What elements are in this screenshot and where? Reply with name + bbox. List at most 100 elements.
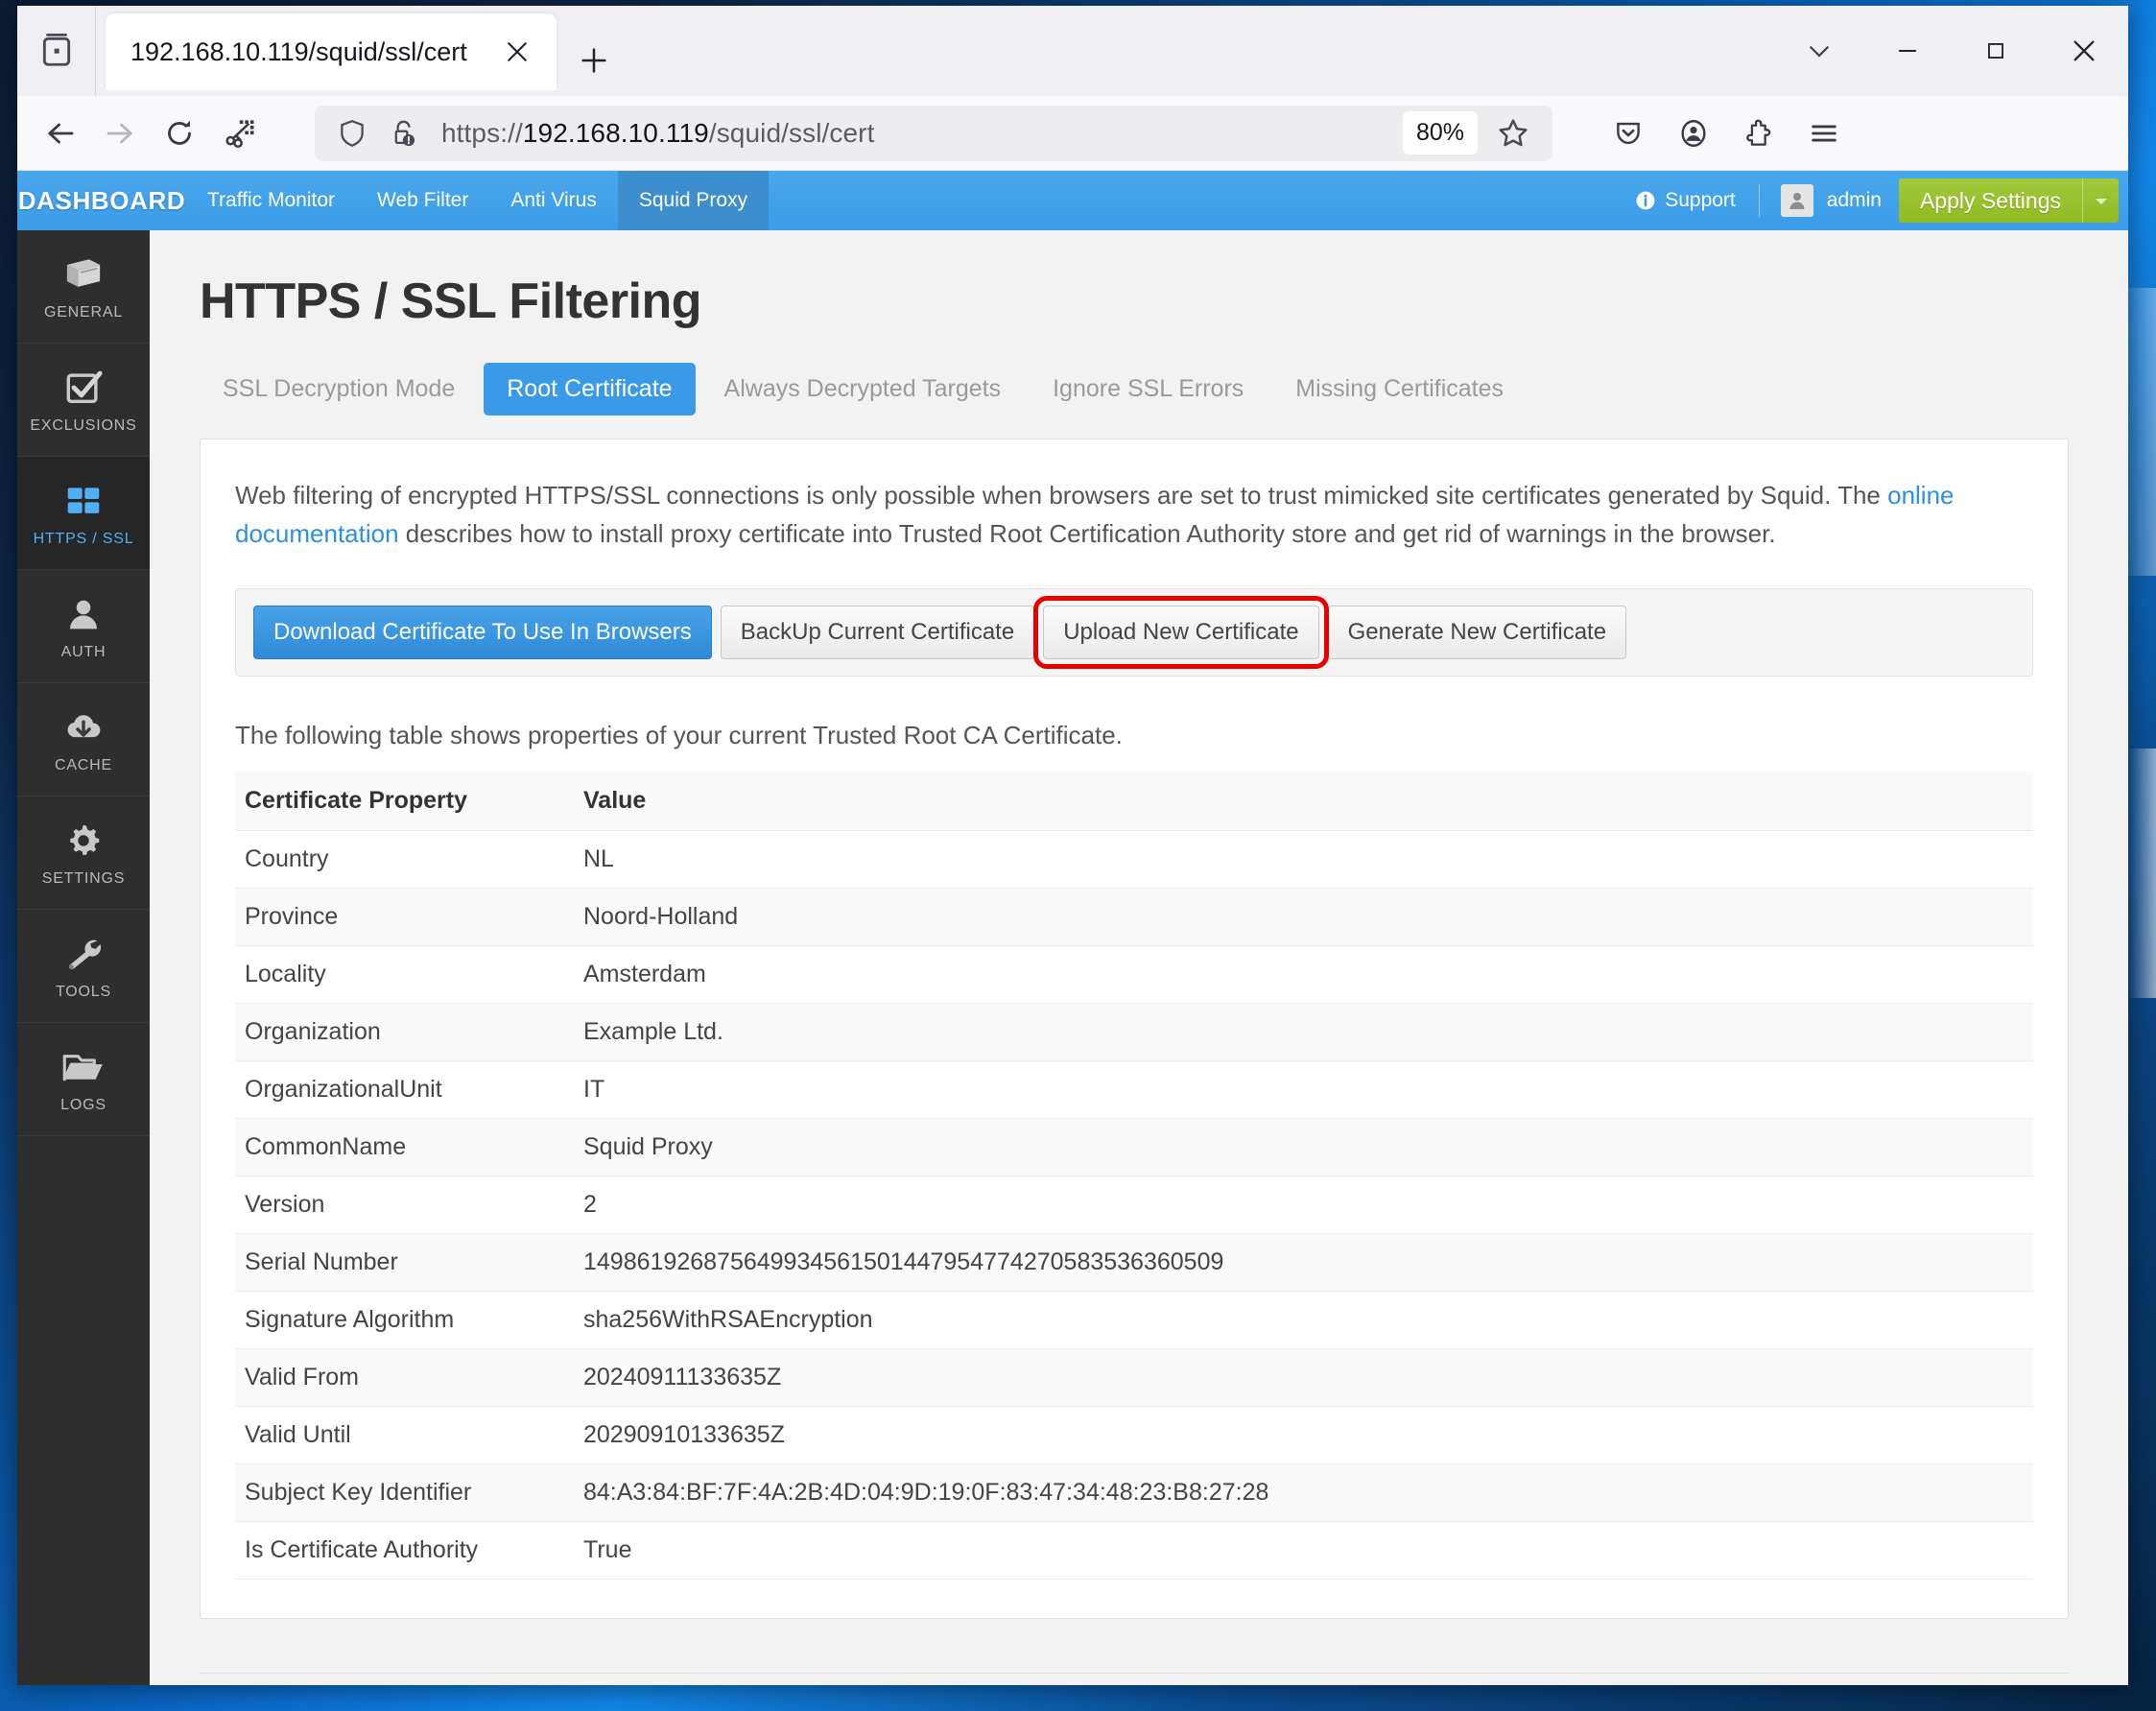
- shield-icon[interactable]: [336, 117, 368, 150]
- tab-ignore-ssl-errors[interactable]: Ignore SSL Errors: [1030, 363, 1267, 416]
- pocket-button[interactable]: [1599, 104, 1658, 163]
- tab-root-certificate[interactable]: Root Certificate: [484, 363, 696, 416]
- apply-settings-dropdown[interactable]: [2082, 178, 2119, 223]
- cell-property: Valid Until: [235, 1406, 576, 1464]
- zoom-level-indicator[interactable]: 80%: [1402, 111, 1478, 154]
- hamburger-menu-button[interactable]: [1794, 104, 1854, 163]
- sidebar-item-settings[interactable]: SETTINGS: [17, 796, 150, 910]
- table-body: Country NL Province Noord-Holland Locality…: [235, 830, 2033, 1580]
- minimize-button[interactable]: [1863, 6, 1952, 96]
- url-path: /squid/ssl/cert: [708, 117, 875, 148]
- new-tab-button[interactable]: [572, 38, 616, 83]
- generate-new-certificate-button[interactable]: Generate New Certificate: [1327, 605, 1627, 659]
- table-row: Organization Example Ltd.: [235, 1003, 2033, 1061]
- folder-icon: [60, 1045, 107, 1089]
- lock-warning-icon[interactable]: [388, 117, 420, 150]
- cell-value: 1498619268756499345615014479547742705835…: [576, 1233, 2033, 1292]
- sidebar-label: EXCLUSIONS: [30, 416, 137, 434]
- wrench-icon: [61, 932, 106, 976]
- cell-value: 2: [576, 1176, 2033, 1234]
- browser-tab[interactable]: 192.168.10.119/squid/ssl/cert: [106, 13, 557, 90]
- info-icon: [1634, 189, 1657, 212]
- cell-value: Noord-Holland: [576, 888, 2033, 946]
- table-row: CommonName Squid Proxy: [235, 1118, 2033, 1176]
- wallpaper-streak: [2127, 749, 2156, 998]
- nav-squid-proxy[interactable]: Squid Proxy: [617, 171, 770, 230]
- back-button[interactable]: [31, 104, 90, 163]
- table-row: Country NL: [235, 830, 2033, 889]
- tab-ssl-decryption-mode[interactable]: SSL Decryption Mode: [200, 363, 478, 416]
- sidebar-label: HTTPS / SSL: [33, 530, 134, 547]
- avatar: [1780, 184, 1813, 217]
- sidebar-item-general[interactable]: GENERAL: [17, 230, 150, 344]
- back-arrow-icon: [43, 116, 78, 151]
- brand-dashboard[interactable]: DASHBOARD: [17, 171, 186, 230]
- tab-title: 192.168.10.119/squid/ssl/cert: [130, 36, 467, 66]
- table-row: Signature Algorithm sha256WithRSAEncrypti…: [235, 1291, 2033, 1349]
- sidebar-item-tools[interactable]: TOOLS: [17, 910, 150, 1023]
- cell-value: 20290910133635Z: [576, 1406, 2033, 1464]
- support-link[interactable]: Support: [1615, 189, 1755, 212]
- table-row: Valid Until 20290910133635Z: [235, 1406, 2033, 1464]
- intro-text-part1: Web filtering of encrypted HTTPS/SSL con…: [235, 481, 1888, 510]
- firefox-view-button[interactable]: [17, 6, 96, 96]
- close-icon: [2069, 36, 2099, 66]
- nav-anti-virus[interactable]: Anti Virus: [489, 171, 618, 230]
- upload-new-certificate-button[interactable]: Upload New Certificate: [1033, 595, 1329, 669]
- table-row: Locality Amsterdam: [235, 945, 2033, 1004]
- sidebar-label: TOOLS: [56, 983, 111, 1000]
- cell-value: 84:A3:84:BF:7F:4A:2B:4D:04:9D:19:0F:83:4…: [576, 1463, 2033, 1522]
- user-menu[interactable]: admin: [1764, 184, 1899, 217]
- sidebar-label: SETTINGS: [41, 869, 126, 887]
- tab-always-decrypted-targets[interactable]: Always Decrypted Targets: [701, 363, 1025, 416]
- screenshot-button[interactable]: [209, 104, 269, 163]
- tab-missing-certificates[interactable]: Missing Certificates: [1272, 363, 1527, 416]
- url-bar[interactable]: https://192.168.10.119/squid/ssl/cert 80…: [315, 105, 1552, 161]
- apply-settings-button[interactable]: Apply Settings: [1898, 178, 2082, 223]
- web-app: DASHBOARD Traffic Monitor Web Filter Ant…: [17, 171, 2128, 1685]
- cell-property: Country: [235, 830, 576, 889]
- sidebar-label: LOGS: [60, 1096, 107, 1113]
- table-head: Certificate Property Value: [235, 771, 2033, 831]
- download-certificate-button[interactable]: Download Certificate To Use In Browsers: [253, 605, 712, 659]
- nav-web-filter[interactable]: Web Filter: [356, 171, 489, 230]
- username: admin: [1826, 189, 1882, 211]
- sidebar-item-logs[interactable]: LOGS: [17, 1023, 150, 1136]
- page-footer: On Top Web Safety for Squid Proxy, versi…: [200, 1672, 2069, 1685]
- forward-arrow-icon: [103, 116, 137, 151]
- cell-property: OrganizationalUnit: [235, 1060, 576, 1119]
- navigation-toolbar: https://192.168.10.119/squid/ssl/cert 80…: [17, 96, 2128, 171]
- window-close-button[interactable]: [2040, 6, 2128, 96]
- nav-traffic-monitor[interactable]: Traffic Monitor: [186, 171, 356, 230]
- tab-list-button[interactable]: [1775, 6, 1863, 96]
- star-icon[interactable]: [1485, 115, 1541, 152]
- close-icon[interactable]: [495, 30, 539, 74]
- sidebar-item-cache[interactable]: CACHE: [17, 683, 150, 796]
- sidebar-item-exclusions[interactable]: EXCLUSIONS: [17, 344, 150, 457]
- url-text: https://192.168.10.119/squid/ssl/cert: [441, 118, 1403, 149]
- app-body: GENERAL EXCLUSIONS HTTPS / SSL AUTH CACH…: [17, 230, 2128, 1685]
- root-certificate-panel: Web filtering of encrypted HTTPS/SSL con…: [200, 439, 2069, 1619]
- chevron-down-icon: [1805, 36, 1834, 65]
- cell-value: sha256WithRSAEncryption: [576, 1291, 2033, 1349]
- minimize-icon: [1894, 37, 1921, 64]
- sidebar-item-https-ssl[interactable]: HTTPS / SSL: [17, 457, 150, 570]
- scissors-icon: [221, 115, 257, 152]
- toolbar-actions: [1599, 104, 1854, 163]
- cell-value: Amsterdam: [576, 945, 2033, 1004]
- main-content: HTTPS / SSL Filtering SSL Decryption Mod…: [150, 230, 2128, 1685]
- cell-value: Example Ltd.: [576, 1003, 2033, 1061]
- cell-property: Is Certificate Authority: [235, 1521, 576, 1580]
- extensions-button[interactable]: [1729, 104, 1789, 163]
- account-button[interactable]: [1664, 104, 1723, 163]
- cell-property: Version: [235, 1176, 576, 1234]
- cell-value: 20240911133635Z: [576, 1348, 2033, 1407]
- cell-property: Locality: [235, 945, 576, 1004]
- reload-button[interactable]: [150, 104, 209, 163]
- certificate-action-toolbar: Download Certificate To Use In Browsers …: [235, 587, 2033, 677]
- backup-current-certificate-button[interactable]: BackUp Current Certificate: [720, 605, 1035, 659]
- maximize-button[interactable]: [1952, 6, 2040, 96]
- cell-value: Squid Proxy: [576, 1118, 2033, 1176]
- sidebar-item-auth[interactable]: AUTH: [17, 570, 150, 683]
